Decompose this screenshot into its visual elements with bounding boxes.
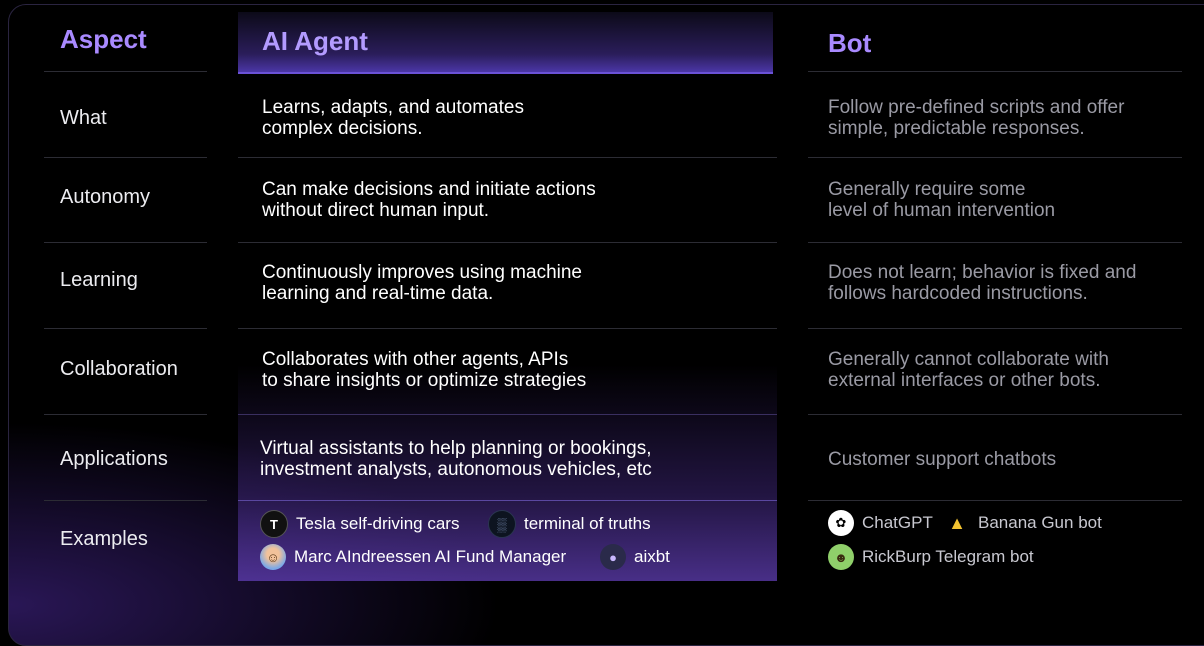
- cell-line: Does not learn; behavior is fixed and: [828, 262, 1137, 283]
- divider: [808, 157, 1182, 158]
- cell-line: Learns, adapts, and automates: [262, 97, 524, 118]
- aspect-header: Aspect: [60, 24, 147, 54]
- divider: [44, 242, 207, 243]
- divider: [808, 242, 1182, 243]
- cell-line: simple, predictable responses.: [828, 118, 1085, 139]
- bot-header: Bot: [828, 28, 872, 58]
- example-label: aixbt: [634, 547, 670, 566]
- divider: [44, 414, 207, 415]
- cell-line: investment analysts, autonomous vehicles…: [260, 459, 652, 480]
- cell-line: Generally cannot collaborate with: [828, 349, 1109, 370]
- example-label: Tesla self-driving cars: [296, 514, 460, 533]
- agent-collaboration-cell: Collaborates with other agents, APIs to …: [262, 349, 586, 391]
- terminal-of-truths-icon: ▒: [488, 510, 516, 538]
- example-label: ChatGPT: [862, 513, 933, 532]
- divider: [44, 328, 207, 329]
- row-label-what: What: [60, 107, 107, 129]
- row-label-learning: Learning: [60, 269, 138, 291]
- cell-line: follows hardcoded instructions.: [828, 283, 1088, 304]
- tesla-logo-icon: T: [260, 510, 288, 538]
- example-marc-aindreessen: ☺ Marc AIndreessen AI Fund Manager: [260, 544, 566, 570]
- aixbt-avatar-icon: ●: [600, 544, 626, 570]
- cell-line: Follow pre-defined scripts and offer: [828, 97, 1125, 118]
- banana-gun-icon: ▲: [948, 512, 966, 533]
- ai-agent-header: AI Agent: [238, 12, 773, 74]
- example-aixbt: ● aixbt: [600, 544, 670, 570]
- example-label: RickBurp Telegram bot: [862, 547, 1034, 566]
- divider: [808, 500, 1182, 501]
- divider: [238, 242, 777, 243]
- divider: [44, 500, 207, 501]
- row-label-examples: Examples: [60, 528, 148, 550]
- cell-line: Generally require some: [828, 179, 1026, 200]
- row-label-collaboration: Collaboration: [60, 358, 178, 380]
- cell-line: to share insights or optimize strategies: [262, 370, 587, 391]
- example-terminal-of-truths: ▒ terminal of truths: [488, 510, 651, 538]
- row-label-applications: Applications: [60, 448, 168, 470]
- row-label-autonomy: Autonomy: [60, 186, 151, 208]
- marc-aindreessen-avatar-icon: ☺: [260, 544, 286, 570]
- divider: [238, 328, 777, 329]
- bot-what-cell: Follow pre-defined scripts and offer sim…: [828, 97, 1124, 139]
- cell-line: Customer support chatbots: [828, 449, 1057, 470]
- cell-line: external interfaces or other bots.: [828, 370, 1101, 391]
- bot-learning-cell: Does not learn; behavior is fixed and fo…: [828, 262, 1136, 304]
- cell-line: Continuously improves using machine: [262, 262, 582, 283]
- agent-autonomy-cell: Can make decisions and initiate actions …: [262, 179, 596, 221]
- divider: [808, 71, 1182, 72]
- cell-line: complex decisions.: [262, 118, 423, 139]
- example-label: terminal of truths: [524, 514, 651, 533]
- divider: [238, 500, 777, 501]
- bot-applications-cell: Customer support chatbots: [828, 449, 1056, 470]
- chatgpt-logo-icon: ✿: [828, 510, 854, 536]
- example-rickburp: ☻ RickBurp Telegram bot: [828, 544, 1034, 570]
- divider: [808, 328, 1182, 329]
- cell-line: Can make decisions and initiate actions: [262, 179, 596, 200]
- agent-applications-cell: Virtual assistants to help planning or b…: [260, 438, 652, 480]
- cell-line: Collaborates with other agents, APIs: [262, 349, 569, 370]
- cell-line: learning and real-time data.: [262, 283, 494, 304]
- cell-line: Virtual assistants to help planning or b…: [260, 438, 652, 459]
- agent-what-cell: Learns, adapts, and automates complex de…: [262, 97, 524, 139]
- cell-line: level of human intervention: [828, 200, 1056, 221]
- cell-line: without direct human input.: [262, 200, 490, 221]
- example-label: Marc AIndreessen AI Fund Manager: [294, 547, 567, 566]
- divider: [44, 157, 207, 158]
- ai-agent-header-label: AI Agent: [262, 26, 368, 56]
- example-banana-gun: ▲ Banana Gun bot: [944, 510, 1102, 536]
- example-label: Banana Gun bot: [978, 513, 1102, 532]
- example-chatgpt: ✿ ChatGPT: [828, 510, 933, 536]
- example-tesla: T Tesla self-driving cars: [260, 510, 459, 538]
- bot-autonomy-cell: Generally require some level of human in…: [828, 179, 1055, 221]
- divider: [808, 414, 1182, 415]
- bot-collaboration-cell: Generally cannot collaborate with extern…: [828, 349, 1109, 391]
- rickburp-avatar-icon: ☻: [828, 544, 854, 570]
- divider: [238, 414, 777, 415]
- divider: [238, 157, 777, 158]
- divider: [44, 71, 207, 72]
- agent-learning-cell: Continuously improves using machine lear…: [262, 262, 582, 304]
